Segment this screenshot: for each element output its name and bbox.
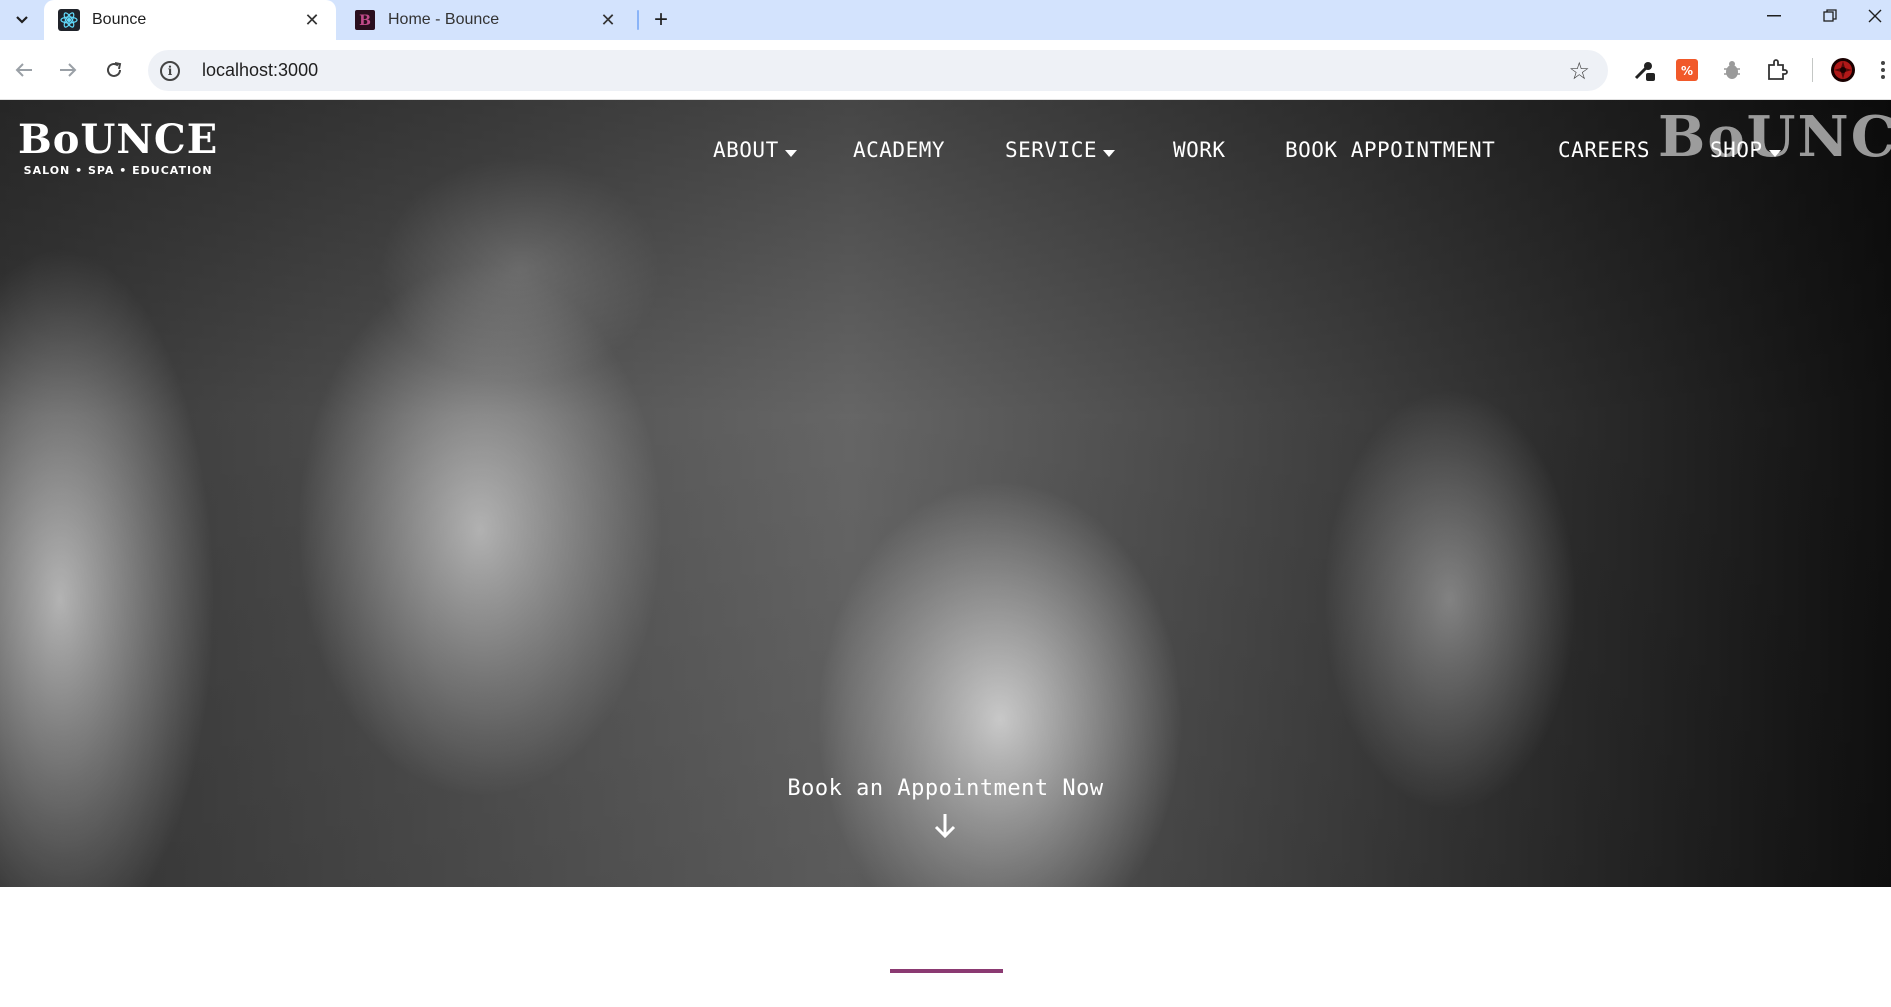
logo-tagline: SALON • SPA • EDUCATION [23, 164, 213, 177]
react-icon [58, 9, 80, 31]
hero-image [0, 100, 1891, 887]
tab-title: Bounce [92, 11, 147, 28]
close-tab-icon[interactable]: ✕ [596, 8, 620, 32]
profile-avatar-icon[interactable] [1829, 56, 1857, 84]
nav-label: CAREERS [1558, 138, 1651, 162]
tab-separator [637, 10, 639, 30]
new-tab-icon[interactable]: + [645, 4, 677, 36]
nav-label: BOOK APPOINTMENT [1285, 138, 1496, 162]
close-tab-icon[interactable]: ✕ [300, 8, 324, 32]
bug-extension-icon[interactable] [1718, 56, 1746, 84]
tab-home-bounce[interactable]: B Home - Bounce ✕ [340, 0, 632, 40]
nav-label: SHOP [1710, 138, 1763, 162]
bounce-b-icon: B [354, 9, 376, 31]
caret-down-icon [1103, 149, 1116, 157]
book-appointment-cta[interactable]: Book an Appointment Now [0, 776, 1891, 801]
nav-academy[interactable]: ACADEMY [853, 138, 945, 162]
nav-shop[interactable]: SHOP [1710, 138, 1781, 162]
hero-section: BoUNCE BoUNCE SALON • SPA • EDUCATION AB… [0, 100, 1891, 887]
toolbar-divider [1812, 58, 1813, 82]
browser-toolbar: i localhost:3000 ☆ [0, 40, 1891, 100]
site-logo[interactable]: BoUNCE SALON • SPA • EDUCATION [18, 116, 219, 178]
puzzle-extensions-icon[interactable] [1763, 56, 1791, 84]
nav-careers[interactable]: CAREERS [1558, 138, 1650, 162]
tab-bounce[interactable]: Bounce ✕ [44, 0, 336, 40]
back-arrow-icon[interactable] [8, 54, 40, 86]
translate-extension-icon[interactable]: % [1673, 56, 1701, 84]
nav-book-appointment[interactable]: BOOK APPOINTMENT [1285, 138, 1495, 162]
browser-menu-icon[interactable] [1876, 56, 1890, 84]
tab-search-chevron-icon[interactable] [6, 4, 38, 36]
nav-service[interactable]: SERVICE [1005, 138, 1116, 162]
nav-label: SERVICE [1005, 138, 1098, 162]
tab-title: Home - Bounce [388, 11, 500, 28]
nav-label: ABOUT [713, 138, 779, 162]
browser-tabstrip: Bounce ✕ B Home - Bounce ✕ + [0, 0, 1891, 40]
section-divider-accent [890, 969, 1003, 973]
close-window-icon[interactable] [1858, 0, 1891, 32]
logo-wordmark: BoUNCE [18, 116, 219, 163]
svg-text:B: B [359, 13, 371, 29]
nav-label: ACADEMY [853, 138, 946, 162]
bookmark-star-icon[interactable]: ☆ [1568, 57, 1590, 86]
nav-label: WORK [1173, 138, 1226, 162]
caret-down-icon [1768, 149, 1781, 157]
restore-icon[interactable] [1805, 0, 1855, 32]
eyedropper-extension-icon[interactable] [1630, 56, 1658, 84]
caret-down-icon [784, 149, 797, 157]
minimize-icon[interactable] [1749, 0, 1799, 32]
nav-work[interactable]: WORK [1173, 138, 1226, 162]
url-text: localhost:3000 [202, 60, 319, 80]
nav-about[interactable]: ABOUT [713, 138, 797, 162]
address-bar[interactable]: i localhost:3000 ☆ [148, 50, 1608, 91]
forward-arrow-icon[interactable] [52, 54, 84, 86]
reload-icon[interactable] [98, 54, 130, 86]
arrow-down-icon[interactable] [932, 812, 958, 847]
svg-text:%: % [1681, 64, 1693, 78]
site-info-icon[interactable]: i [160, 60, 180, 81]
